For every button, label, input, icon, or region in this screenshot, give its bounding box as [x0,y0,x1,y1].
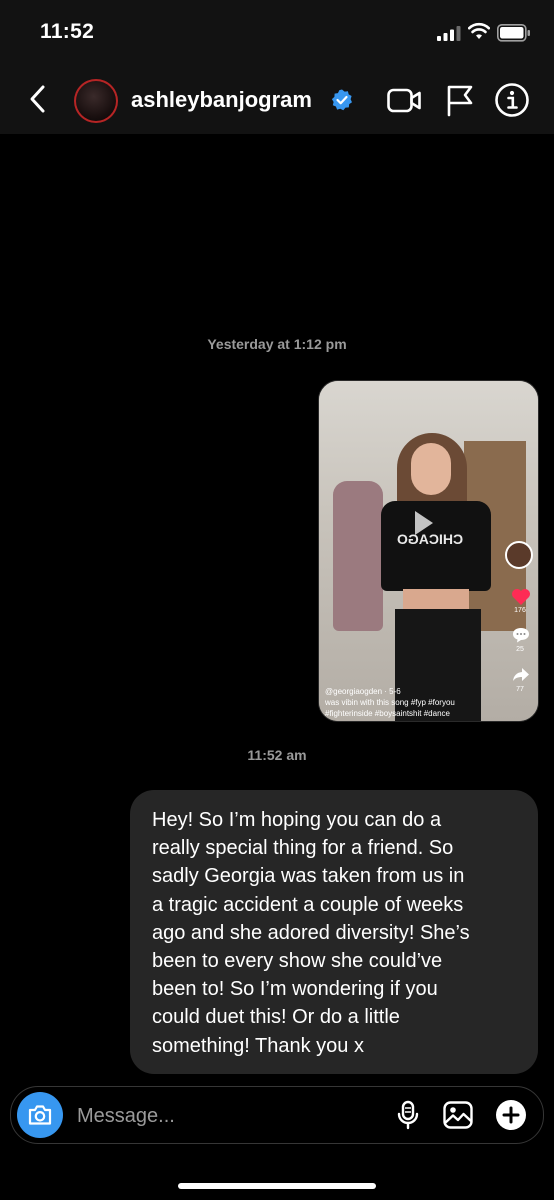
gallery-icon[interactable] [442,1099,474,1131]
shared-video-post[interactable]: CHICAGO 176 25 77 @georgiaogden · 5-6 wa… [318,380,539,722]
battery-icon [497,24,530,42]
creator-avatar [505,541,533,569]
post-username: @georgiaogden [325,687,383,696]
message-input[interactable] [75,1100,379,1132]
comment-icon [513,628,529,643]
message-composer [10,1086,544,1144]
share-count: 77 [516,686,524,693]
message-text: Hey! So I’m hoping you can do a really s… [152,809,470,1057]
heart-icon [512,589,530,605]
username[interactable]: ashleybanjogram [131,87,312,113]
video-frame-skin [403,589,469,609]
post-caption: @georgiaogden · 5-6 was vibin with this … [325,687,455,718]
caption-line: was vibin with this song #fyp #foryou [325,698,455,707]
camera-icon [28,1105,52,1125]
share-icon [513,668,529,681]
message-bubble[interactable]: Hey! So I’m hoping you can do a really s… [130,790,538,1074]
flag-icon[interactable] [442,82,478,118]
verified-badge-icon [331,89,352,111]
wifi-icon [468,22,490,39]
timestamp: 11:52 am [247,747,307,763]
microphone-icon[interactable] [392,1099,424,1131]
post-date: 5-6 [389,687,401,696]
chat-header: ashleybanjogram [0,66,554,134]
status-bar: 11:52 [0,0,554,66]
video-call-icon[interactable] [386,82,422,118]
video-frame-face [411,443,451,495]
info-icon[interactable] [494,82,530,118]
comment-count: 25 [516,646,524,653]
play-icon [415,511,433,535]
like-count: 176 [514,607,526,614]
home-indicator [178,1183,376,1189]
signal-icon [437,26,461,41]
timestamp: Yesterday at 1:12 pm [207,336,347,352]
camera-button[interactable] [17,1092,63,1138]
back-chevron-icon[interactable] [26,83,50,115]
avatar[interactable] [74,79,118,123]
caption-line: #fighterinside #boysaintshit #dance [325,709,450,718]
status-time: 11:52 [40,20,95,43]
plus-icon[interactable] [495,1099,527,1131]
video-frame-coat [333,481,383,631]
